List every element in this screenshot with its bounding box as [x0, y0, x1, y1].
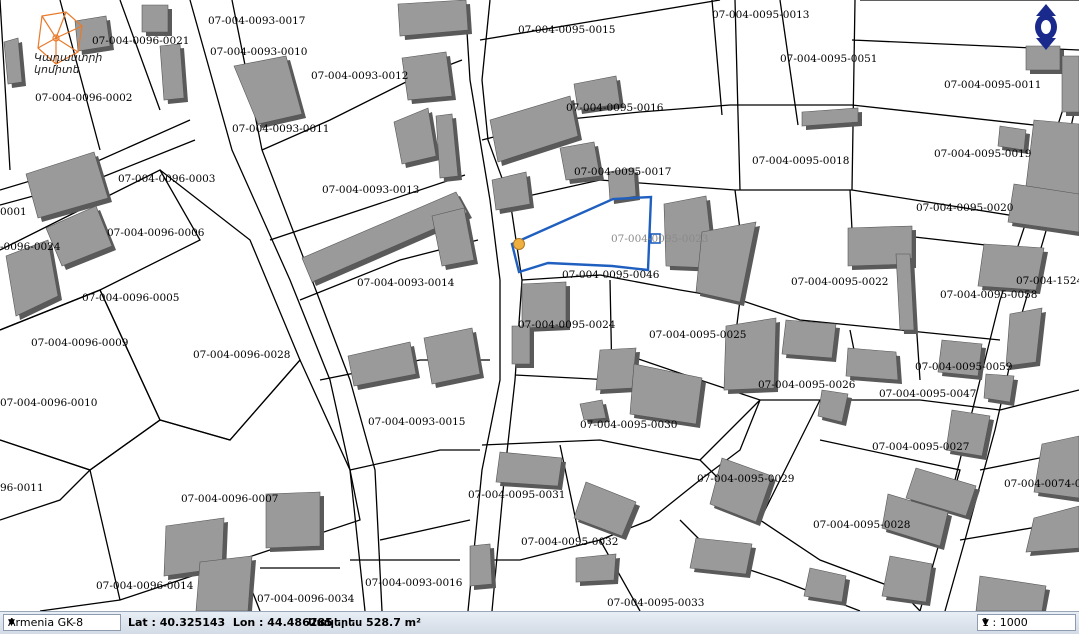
parcel-label: 07-004-0095-0030	[580, 419, 678, 431]
chevron-down-icon: ▼	[982, 618, 989, 628]
parcel-label: 07-004-0074-0	[1004, 478, 1079, 490]
parcel-label: 07-004-0095-0020	[916, 202, 1014, 214]
parcel-label: 07-004-0096-0034	[257, 593, 355, 605]
logo-text: Կադաստրի կոմիտե	[34, 51, 103, 76]
parcel-label: 07-004-0093-0015	[368, 416, 466, 428]
cadastre-committee-logo: Կադաստրի կոմիտե	[4, 8, 114, 94]
chevron-down-icon: ▼	[8, 618, 15, 628]
parcel-label: 07-004-0096-0003	[118, 173, 216, 185]
parcel-label: 07-004-0095-0051	[780, 53, 878, 65]
scale-select[interactable]: 1 : 1000 ▼	[977, 614, 1076, 631]
parcel-label: 07-004-0096-0005	[82, 292, 180, 304]
parcel-label: 07-004-0095-0033	[607, 597, 705, 609]
parcel-label: 07-004-0093-0010	[210, 46, 308, 58]
parcel-label: 07-004-0095-0032	[521, 536, 619, 548]
parcel-label: 07-004-0096-0028	[193, 349, 291, 361]
parcel-label: 07-004-0093-0016	[365, 577, 463, 589]
status-bar: Armenia GK-8 ▼ Lat : 40.325143 Lon : 44.…	[0, 611, 1079, 634]
parcel-label: 07-004-0095-0018	[752, 155, 850, 167]
parcel-label: 07-004-0095-0017	[574, 166, 672, 178]
coordinates-readout: Lat : 40.325143 Lon : 44.486285	[128, 616, 333, 629]
pan-compass-icon[interactable]	[1026, 4, 1066, 50]
parcel-label: 07-004-0095-0058	[940, 289, 1038, 301]
parcel-label: 07-004-0096-0014	[96, 580, 194, 592]
parcel-label: 96-0011	[0, 482, 44, 494]
map-canvas[interactable]: 07-004-0093-0017 07-004-0093-0010 07-004…	[0, 0, 1079, 611]
parcel-label: 07-004-0095-0026	[758, 379, 856, 391]
parcel-label: 07-004-0093-0013	[322, 184, 420, 196]
parcel-label: 07-004-0095-0015	[518, 24, 616, 36]
parcel-label: 07-004-0093-0017	[208, 15, 306, 27]
parcel-label: 07-004-0095-0029	[697, 473, 795, 485]
cadastral-map[interactable]: 07-004-0093-0017 07-004-0093-0010 07-004…	[0, 0, 1079, 611]
parcel-label: 07-004-0096-0009	[31, 337, 129, 349]
parcel-label: -0096-0024	[0, 241, 61, 253]
parcel-label: 07-004-0095-0019	[934, 148, 1032, 160]
parcel-label: 07-004-0096-0006	[107, 227, 205, 239]
parcel-label: 0001	[0, 206, 27, 218]
area-readout: Մակերես 528.7 m²	[308, 616, 421, 629]
parcel-label: 07-004-0095-0013	[712, 9, 810, 21]
parcel-label: 07-004-0095-0022	[791, 276, 889, 288]
parcel-label: 07-004-0093-0014	[357, 277, 455, 289]
parcel-label: 07-004-0095-0031	[468, 489, 566, 501]
parcel-label: 07-004-0093-0012	[311, 70, 409, 82]
parcel-label: 07-004-0095-0028	[813, 519, 911, 531]
parcel-label: 07-004-0095-0011	[944, 79, 1042, 91]
parcel-label: 07-004-0095-0016	[566, 102, 664, 114]
projection-select[interactable]: Armenia GK-8 ▼	[3, 614, 121, 631]
parcel-label: 07-004-0095-0024	[518, 319, 616, 331]
parcel-label: 07-004-0095-0046	[562, 269, 660, 281]
parcel-label: 07-004-0093-0011	[232, 123, 330, 135]
parcel-label: 07-004-0095-0025	[649, 329, 747, 341]
location-marker-icon[interactable]	[513, 238, 525, 250]
parcel-label: 07-004-0095-0059	[915, 361, 1013, 373]
parcel-label: 07-004-1524	[1016, 275, 1079, 287]
parcel-label: 07-004-0095-0023	[611, 233, 709, 245]
parcel-label: 07-004-0095-0027	[872, 441, 970, 453]
parcel-label: 07-004-0095-0047	[879, 388, 977, 400]
parcel-label: 07-004-0096-0010	[0, 397, 98, 409]
buildings	[3, 0, 1079, 611]
parcel-label: 07-004-0096-0007	[181, 493, 279, 505]
